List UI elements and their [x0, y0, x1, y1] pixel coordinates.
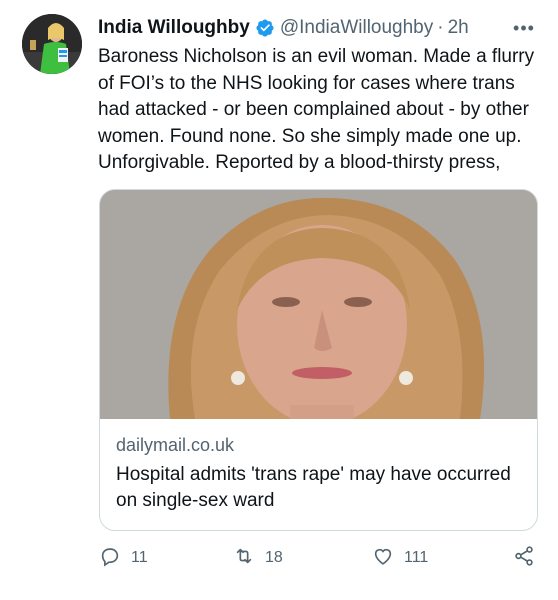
avatar-image — [22, 14, 82, 74]
card-domain: dailymail.co.uk — [116, 435, 235, 455]
verified-badge-icon — [255, 18, 275, 38]
tweet-actions: 11 18 111 — [99, 542, 539, 574]
reply-count: 11 — [131, 549, 148, 566]
retweet-button[interactable]: 18 — [233, 542, 283, 574]
retweet-icon — [233, 545, 255, 572]
tweet[interactable]: India Willoughby @IndiaWilloughby · 2h •… — [0, 0, 558, 600]
share-icon — [513, 545, 535, 572]
card-image — [100, 190, 537, 419]
like-button[interactable]: 111 — [372, 542, 428, 574]
author-avatar[interactable] — [22, 14, 82, 74]
tweet-header: India Willoughby @IndiaWilloughby · 2h •… — [98, 14, 542, 42]
like-count: 111 — [404, 549, 429, 566]
link-card[interactable]: dailymail.co.uk Hospital admits 'trans r… — [99, 189, 538, 531]
author-name[interactable]: India Willoughby — [98, 17, 250, 39]
author-handle[interactable]: @IndiaWilloughby — [280, 17, 433, 39]
header-separator: · — [437, 17, 444, 38]
reply-icon — [99, 545, 121, 572]
tweet-text: Baroness Nicholson is an evil woman. Mad… — [98, 46, 535, 173]
card-headline[interactable]: Hospital admits 'trans rape' may have oc… — [116, 462, 521, 514]
retweet-count: 18 — [265, 549, 283, 566]
reply-button[interactable]: 11 — [99, 542, 148, 574]
tweet-timestamp[interactable]: 2h — [448, 17, 469, 39]
share-button[interactable] — [513, 542, 535, 574]
more-icon[interactable]: ••• — [510, 14, 538, 42]
like-icon — [372, 545, 394, 572]
